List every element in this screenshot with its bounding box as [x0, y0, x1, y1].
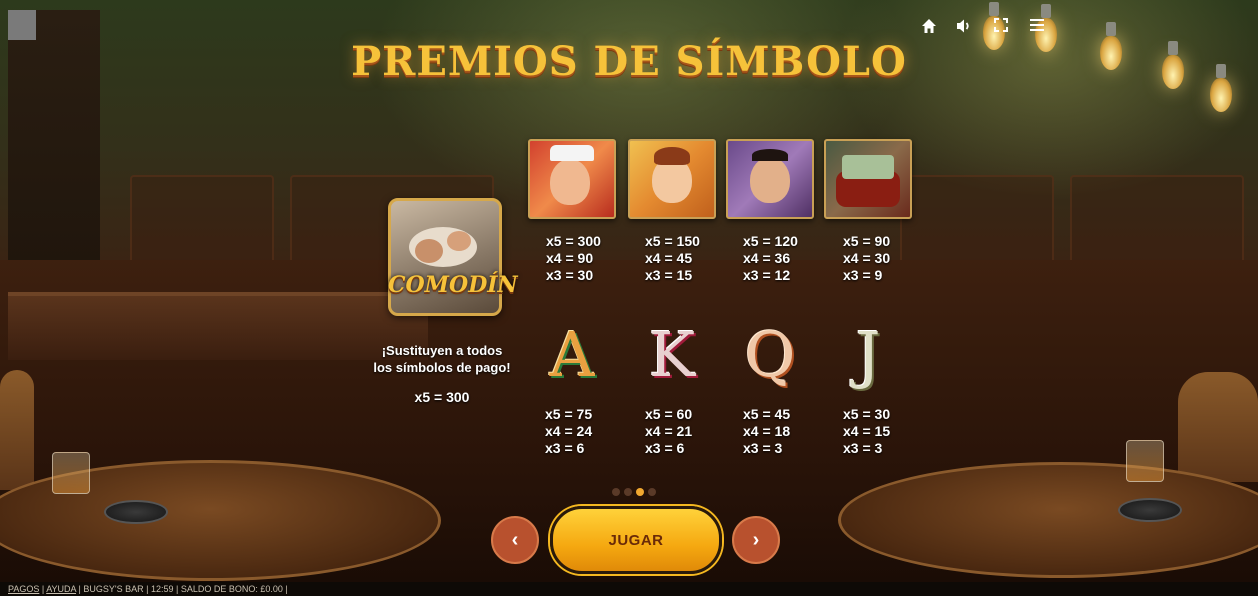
footer-ayuda-link[interactable]: AYUDA: [46, 584, 76, 594]
corner-square: [8, 10, 36, 40]
symbol-letter-q: Q: [744, 318, 796, 391]
footer-bonus-balance: SALDO DE BONO: £0.00: [180, 584, 283, 594]
payout-line: x5 = 45: [743, 406, 791, 422]
footer-game-name: BUGSY'S BAR: [83, 584, 144, 594]
payout-line: x5 = 30: [843, 406, 891, 422]
whisky-glass: [52, 452, 90, 494]
payout-line: x3 = 30: [546, 267, 594, 283]
wall-panel: [130, 175, 274, 269]
symbol-gangster-fat: [528, 139, 616, 219]
sound-icon[interactable]: [956, 18, 974, 36]
ashtray: [1118, 498, 1182, 522]
payout-line: x3 = 6: [645, 440, 685, 456]
symbol-money-bag: [824, 139, 912, 219]
payout-line: x4 = 45: [645, 250, 693, 266]
payout-line: x5 = 120: [743, 233, 798, 249]
payout-gangster-knife: x5 = 120 x4 = 36 x3 = 12: [743, 233, 798, 284]
wild-symbol: [388, 198, 502, 316]
chevron-right-icon: ›: [752, 528, 760, 551]
symbol-letter-j: J: [855, 318, 881, 391]
symbol-gangster-knife: [726, 139, 814, 219]
symbol-letter-a: A: [549, 318, 595, 391]
table-right: [838, 462, 1258, 578]
home-icon[interactable]: [920, 18, 938, 36]
payout-line: x3 = 9: [843, 267, 883, 283]
payout-line: x3 = 15: [645, 267, 693, 283]
payout-line: x3 = 3: [843, 440, 883, 456]
payout-line: x4 = 30: [843, 250, 891, 266]
whisky-glass: [1126, 440, 1164, 482]
footer-bar: PAGOS | AYUDA | BUGSY'S BAR | 12:59 | SA…: [0, 582, 1258, 596]
prev-page-button[interactable]: ‹: [491, 516, 539, 564]
wild-description-line: ¡Sustituyen a todos: [381, 343, 503, 358]
page-indicator: [612, 488, 656, 496]
page-dot[interactable]: [624, 488, 632, 496]
payout-line: x4 = 15: [843, 423, 891, 439]
payout-line: x5 = 90: [843, 233, 891, 249]
payout-line: x3 = 6: [545, 440, 585, 456]
payout-line: x5 = 75: [545, 406, 593, 422]
footer-time: 12:59: [150, 584, 174, 594]
page-dot[interactable]: [612, 488, 620, 496]
ashtray: [104, 500, 168, 524]
symbol-letter-k: K: [648, 318, 696, 391]
next-page-button[interactable]: ›: [732, 516, 780, 564]
wild-description-line: los símbolos de pago!: [373, 360, 511, 375]
page-dot[interactable]: [648, 488, 656, 496]
payout-line: x5 = 60: [645, 406, 693, 422]
payout-money-bag: x5 = 90 x4 = 30 x3 = 9: [843, 233, 890, 284]
payout-woman-with-gun: x5 = 150 x4 = 45 x3 = 15: [645, 233, 700, 284]
chair: [0, 370, 34, 490]
payout-line: x4 = 90: [546, 250, 594, 266]
wild-description: ¡Sustituyen a todos los símbolos de pago…: [368, 342, 516, 376]
page-dot-active[interactable]: [636, 488, 644, 496]
payout-line: x5 = 150: [645, 233, 700, 249]
symbol-woman-with-gun: [628, 139, 716, 219]
payout-line: x5 = 300: [546, 233, 601, 249]
play-button-label: JUGAR: [608, 531, 664, 549]
payout-letter-k: x5 = 60 x4 = 21 x3 = 6: [645, 406, 692, 457]
payout-line: x3 = 3: [743, 440, 783, 456]
payout-letter-j: x5 = 30 x4 = 15 x3 = 3: [843, 406, 890, 457]
wild-payout: x5 = 300: [414, 389, 470, 405]
payout-line: x4 = 36: [743, 250, 791, 266]
hud-controls: [920, 18, 1046, 36]
payout-line: x4 = 21: [645, 423, 693, 439]
payout-line: x4 = 24: [545, 423, 593, 439]
footer-pagos-link[interactable]: PAGOS: [8, 584, 39, 594]
play-button[interactable]: JUGAR: [550, 506, 722, 574]
chair: [1178, 372, 1258, 482]
payout-line: x3 = 12: [743, 267, 791, 283]
payout-letter-a: x5 = 75 x4 = 24 x3 = 6: [545, 406, 592, 457]
payout-letter-q: x5 = 45 x4 = 18 x3 = 3: [743, 406, 790, 457]
chevron-left-icon: ‹: [511, 528, 519, 551]
page-title: PREMIOS DE SÍMBOLO: [351, 38, 907, 85]
wall-panel: [1070, 175, 1244, 269]
wild-label: COMODÍN: [388, 272, 518, 298]
bar-counter: [8, 292, 428, 360]
payout-gangster-fat: x5 = 300 x4 = 90 x3 = 30: [546, 233, 601, 284]
fullscreen-icon[interactable]: [992, 18, 1010, 36]
wall-panel: [900, 175, 1054, 269]
menu-icon[interactable]: [1028, 18, 1046, 36]
payout-line: x4 = 18: [743, 423, 791, 439]
